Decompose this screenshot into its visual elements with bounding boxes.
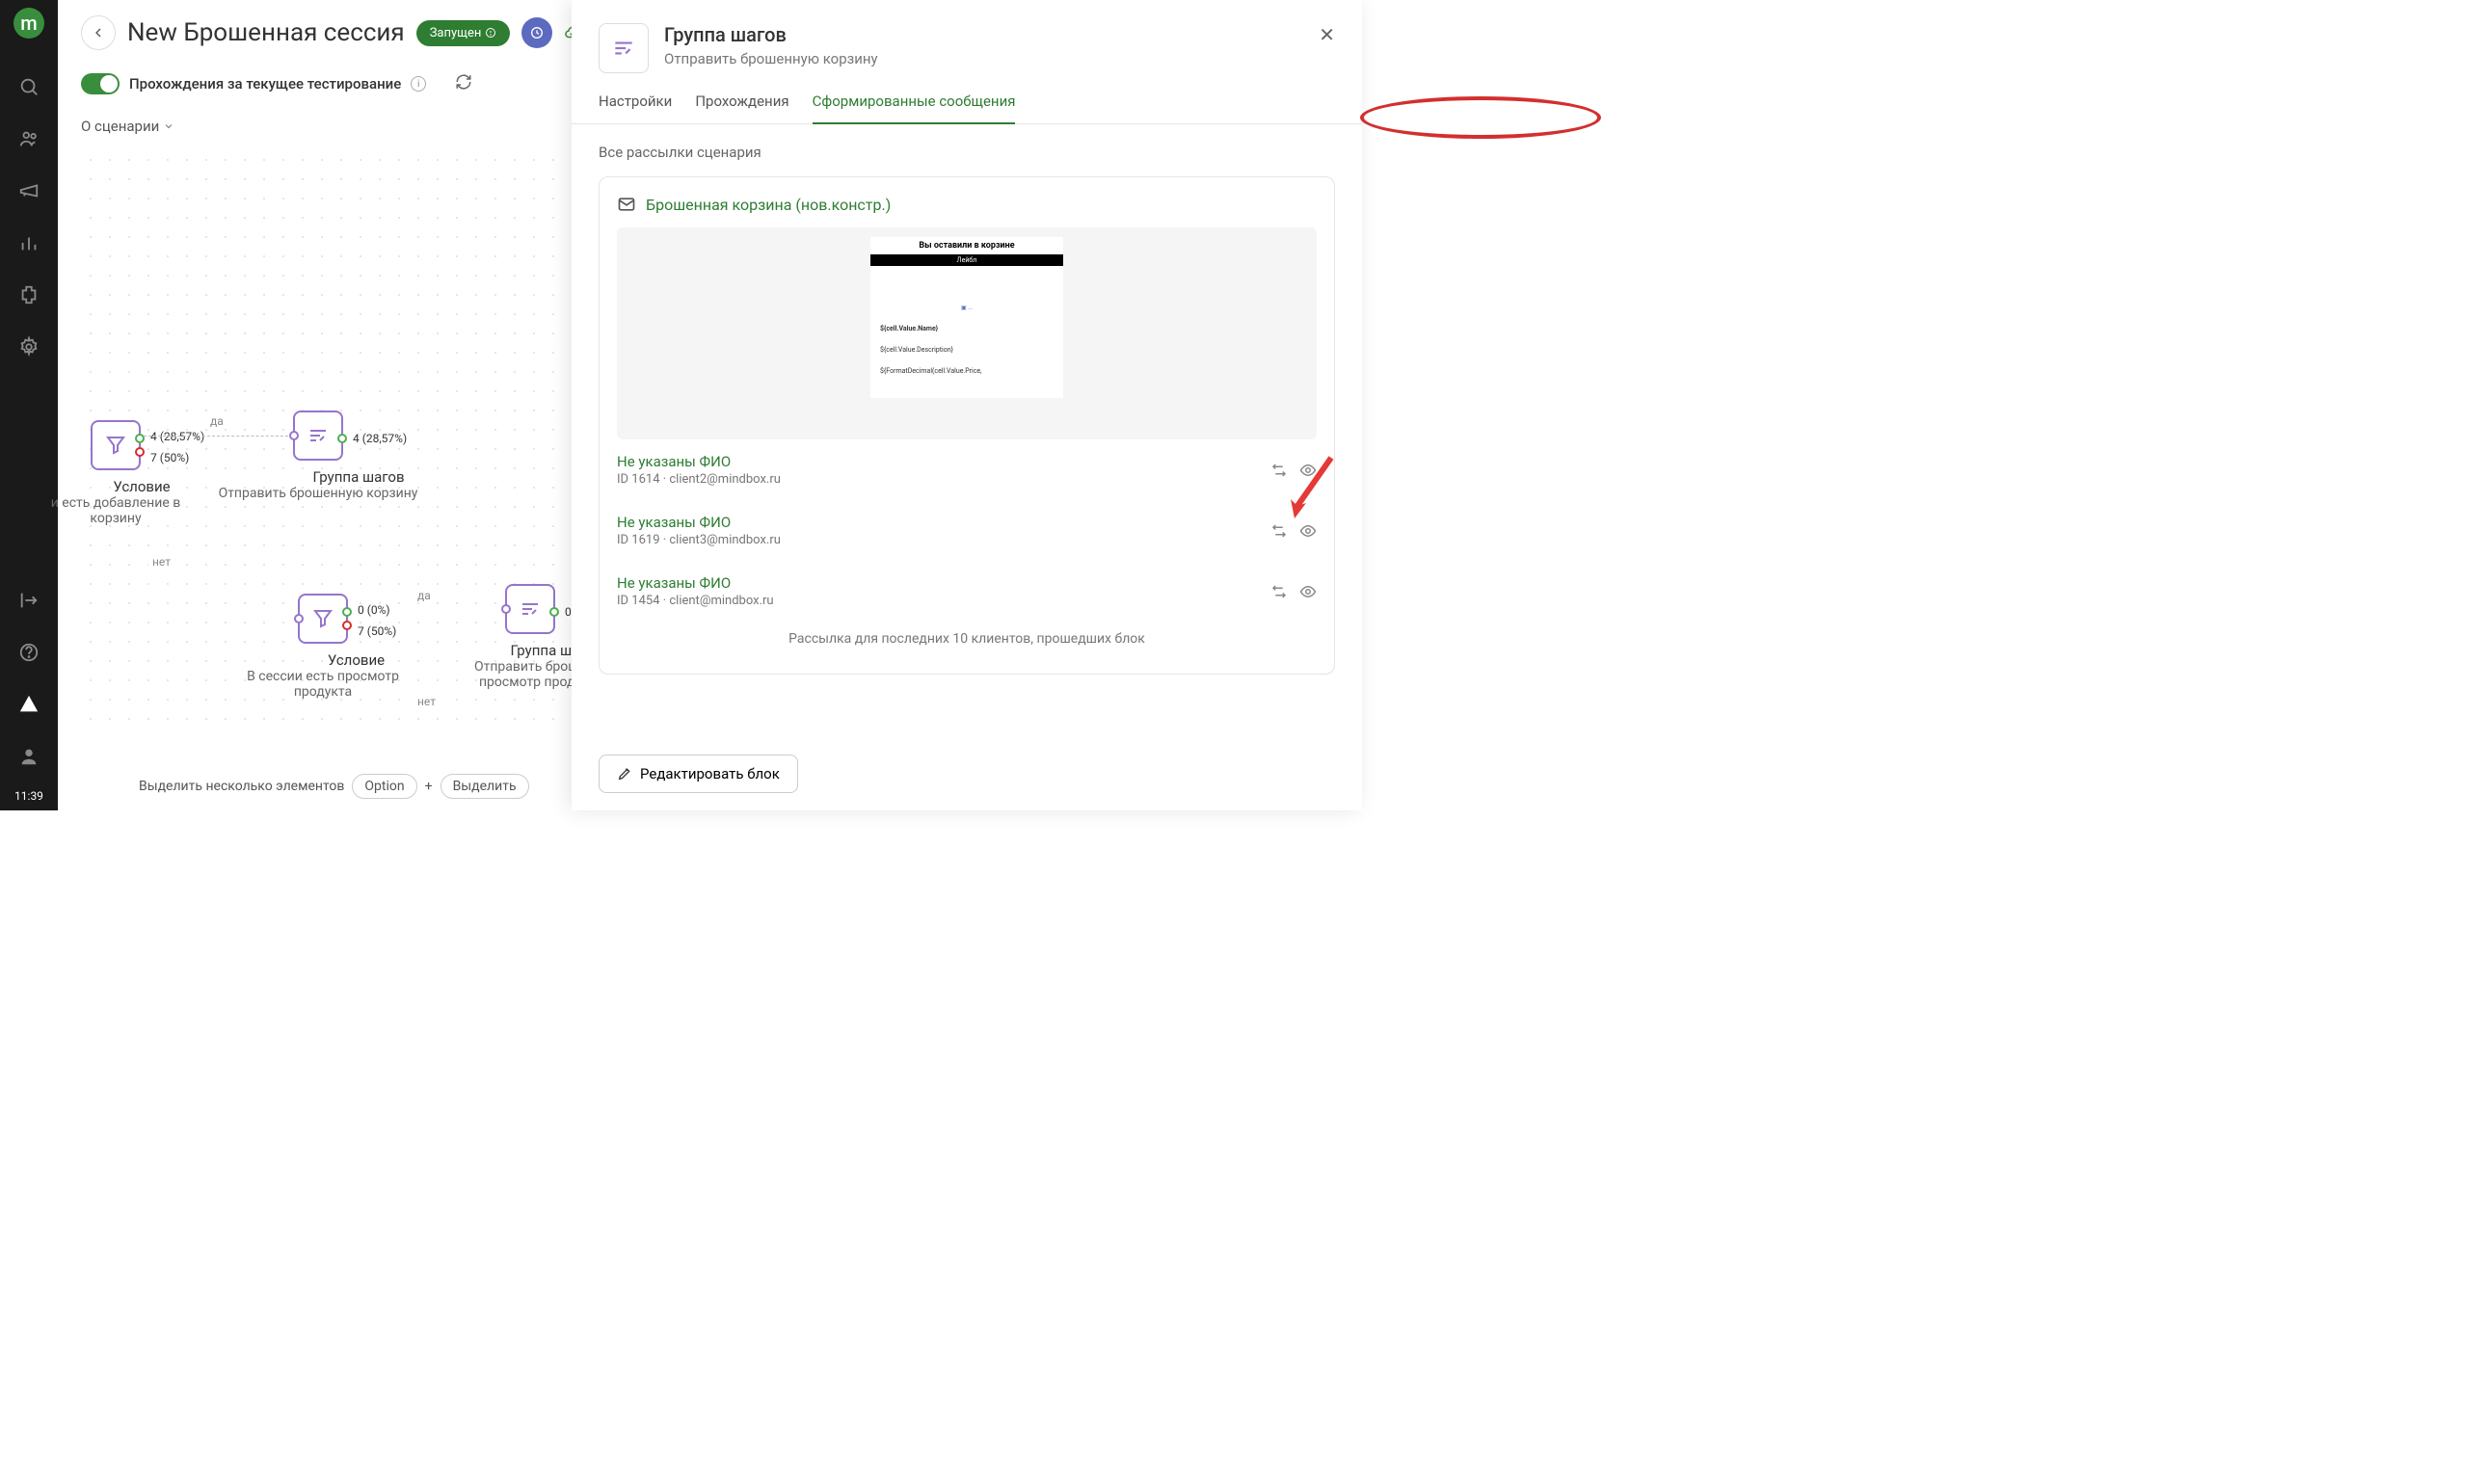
edge-label-yes: да: [206, 414, 227, 428]
info-icon[interactable]: i: [411, 76, 426, 92]
steps-node-1[interactable]: 4 (28,57%): [293, 411, 343, 461]
client-row: Не указаны ФИО ID 1454 · client@mindbox.…: [617, 561, 1317, 622]
refresh-icon[interactable]: [455, 73, 472, 94]
tab-messages[interactable]: Сформированные сообщения: [813, 93, 1016, 123]
edge-label-no: нет: [414, 695, 440, 708]
panel-icon: [599, 23, 649, 73]
sidebar-nav: m 11:39: [0, 0, 58, 810]
campaign-icon[interactable]: [10, 172, 48, 210]
panel-header: Группа шагов Отправить брошенную корзину…: [572, 0, 1362, 73]
close-icon[interactable]: ✕: [1319, 23, 1335, 46]
node-title: Группа шагов: [293, 468, 424, 486]
highlight-annotation: [1360, 96, 1601, 139]
search-icon[interactable]: [10, 67, 48, 106]
integrations-icon[interactable]: [10, 276, 48, 314]
email-preview: Вы оставили в корзине Лейбл ▣ ... ${cell…: [617, 227, 1317, 439]
node-title: Условие: [298, 651, 414, 669]
exit-icon[interactable]: [10, 581, 48, 620]
panel-tabs: Настройки Прохождения Сформированные соо…: [572, 73, 1362, 124]
tab-settings[interactable]: Настройки: [599, 93, 672, 123]
option-key: Option: [352, 774, 416, 799]
swap-icon[interactable]: [1270, 583, 1288, 600]
eye-icon[interactable]: [1299, 522, 1317, 540]
status-badge: Запущен: [416, 20, 511, 46]
campaign-link[interactable]: Брошенная корзина (нов.констр.): [646, 196, 891, 214]
node-title: Условие: [91, 478, 193, 495]
profile-icon[interactable]: [10, 737, 48, 776]
node-subtitle: Отправить брошенную корзину: [212, 486, 424, 501]
main-content: New Брошенная сессия Запущен 21. Прохожд…: [58, 0, 1362, 810]
eye-icon[interactable]: [1299, 462, 1317, 479]
campaign-card: Брошенная корзина (нов.констр.) Вы остав…: [599, 176, 1335, 675]
panel-body: Все рассылки сценария Брошенная корзина …: [572, 124, 1362, 737]
client-meta: ID 1619 · client3@mindbox.ru: [617, 533, 1259, 547]
swap-icon[interactable]: [1270, 462, 1288, 479]
runtime-badge[interactable]: [521, 17, 552, 48]
logo[interactable]: m: [13, 8, 44, 39]
back-button[interactable]: [81, 15, 116, 50]
testing-toggle[interactable]: [81, 73, 120, 94]
client-meta: ID 1614 · client2@mindbox.ru: [617, 472, 1259, 487]
analytics-icon[interactable]: [10, 224, 48, 262]
mail-icon: [617, 195, 636, 214]
swap-icon[interactable]: [1270, 522, 1288, 540]
footer-label: Выделить несколько элементов: [139, 779, 344, 794]
client-meta: ID 1454 · client@mindbox.ru: [617, 594, 1259, 608]
help-icon[interactable]: [10, 633, 48, 672]
page-title: New Брошенная сессия: [127, 18, 405, 47]
edge-label-no: нет: [148, 555, 174, 569]
client-name[interactable]: Не указаны ФИО: [617, 453, 1259, 470]
warning-icon[interactable]: [10, 685, 48, 724]
panel-title: Группа шагов: [664, 23, 1335, 46]
condition-node-1[interactable]: 4 (28,57%) 7 (50%): [91, 420, 141, 470]
clock-time: 11:39: [14, 789, 43, 810]
node-subtitle: В сессии есть просмотр продукта: [231, 669, 414, 700]
client-row: Не указаны ФИО ID 1619 · client3@mindbox…: [617, 500, 1317, 561]
edit-block-button[interactable]: Редактировать блок: [599, 755, 798, 793]
eye-icon[interactable]: [1299, 583, 1317, 600]
condition-node-2[interactable]: 0 (0%) 7 (50%): [298, 594, 348, 644]
plus: +: [425, 779, 433, 794]
panel-footer: Редактировать блок: [572, 737, 1362, 810]
section-label: Все рассылки сценария: [599, 144, 1335, 161]
side-panel: Группа шагов Отправить брошенную корзину…: [572, 0, 1362, 810]
node-subtitle: и есть добавление в корзину: [39, 495, 193, 526]
select-key: Выделить: [441, 774, 529, 799]
toggle-label: Прохождения за текущее тестирование: [129, 75, 401, 93]
steps-node-2[interactable]: 0: [505, 584, 555, 634]
edge-label-yes: да: [414, 589, 435, 602]
client-row: Не указаны ФИО ID 1614 · client2@mindbox…: [617, 439, 1317, 500]
client-name[interactable]: Не указаны ФИО: [617, 574, 1259, 592]
users-icon[interactable]: [10, 119, 48, 158]
settings-icon[interactable]: [10, 328, 48, 366]
footer-note: Рассылка для последних 10 клиентов, прош…: [617, 622, 1317, 656]
tab-passings[interactable]: Прохождения: [695, 93, 788, 123]
client-name[interactable]: Не указаны ФИО: [617, 514, 1259, 531]
panel-subtitle: Отправить брошенную корзину: [664, 50, 1335, 67]
